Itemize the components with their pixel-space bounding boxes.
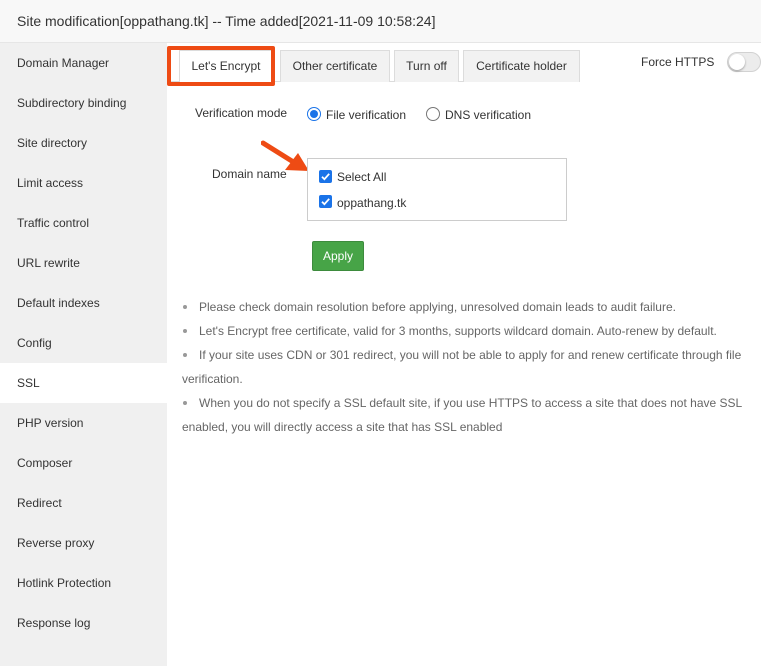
sidebar-item-config[interactable]: Config xyxy=(0,323,167,363)
sidebar-item-reverse-proxy[interactable]: Reverse proxy xyxy=(0,523,167,563)
force-https-toggle[interactable] xyxy=(727,52,761,72)
domain-name-label: Domain name xyxy=(212,167,287,181)
sidebar-item-ssl[interactable]: SSL xyxy=(0,363,167,403)
tab-lets-encrypt[interactable]: Let's Encrypt xyxy=(179,50,273,83)
dialog-title: Site modification[oppathang.tk] -- Time … xyxy=(0,0,761,43)
check-icon xyxy=(321,173,330,181)
select-all-checkbox[interactable] xyxy=(319,170,332,183)
help-note: Please check domain resolution before ap… xyxy=(182,295,752,319)
sidebar-item-response-log[interactable]: Response log xyxy=(0,603,167,643)
sidebar-item-limit-access[interactable]: Limit access xyxy=(0,163,167,203)
apply-button[interactable]: Apply xyxy=(312,241,364,271)
sidebar-item-domain-manager[interactable]: Domain Manager xyxy=(0,43,167,83)
tab-other-certificate[interactable]: Other certificate xyxy=(280,50,390,82)
file-verification-label[interactable]: File verification xyxy=(326,108,406,122)
sidebar-item-hotlink-protection[interactable]: Hotlink Protection xyxy=(0,563,167,603)
sidebar-item-php-version[interactable]: PHP version xyxy=(0,403,167,443)
help-note: If your site uses CDN or 301 redirect, y… xyxy=(182,343,752,391)
ssl-panel: Let's Encrypt Other certificate Turn off… xyxy=(167,43,761,666)
sidebar-item-redirect[interactable]: Redirect xyxy=(0,483,167,523)
sidebar-item-subdirectory-binding[interactable]: Subdirectory binding xyxy=(0,83,167,123)
sidebar-item-traffic-control[interactable]: Traffic control xyxy=(0,203,167,243)
domain-select-box: Select All oppathang.tk xyxy=(307,158,567,221)
domain-checkbox-oppathang[interactable] xyxy=(319,195,332,208)
toggle-knob xyxy=(729,54,745,70)
dns-verification-radio[interactable] xyxy=(426,107,440,121)
site-modification-dialog: Site modification[oppathang.tk] -- Time … xyxy=(0,0,761,666)
tab-certificate-holder[interactable]: Certificate holder xyxy=(463,50,580,82)
help-notes: Please check domain resolution before ap… xyxy=(182,295,752,439)
sidebar: Domain Manager Subdirectory binding Site… xyxy=(0,43,167,666)
file-verification-radio[interactable] xyxy=(307,107,321,121)
dns-verification-label[interactable]: DNS verification xyxy=(445,108,531,122)
sidebar-item-composer[interactable]: Composer xyxy=(0,443,167,483)
help-note: Let's Encrypt free certificate, valid fo… xyxy=(182,319,752,343)
help-note: When you do not specify a SSL default si… xyxy=(182,391,752,439)
verification-mode-label: Verification mode xyxy=(195,106,288,120)
force-https-label: Force HTTPS xyxy=(641,55,715,69)
check-icon xyxy=(321,198,330,206)
domain-label-oppathang[interactable]: oppathang.tk xyxy=(337,196,406,210)
tab-turn-off[interactable]: Turn off xyxy=(394,50,459,82)
select-all-label[interactable]: Select All xyxy=(337,170,386,184)
sidebar-item-default-indexes[interactable]: Default indexes xyxy=(0,283,167,323)
sidebar-item-url-rewrite[interactable]: URL rewrite xyxy=(0,243,167,283)
sidebar-item-site-directory[interactable]: Site directory xyxy=(0,123,167,163)
